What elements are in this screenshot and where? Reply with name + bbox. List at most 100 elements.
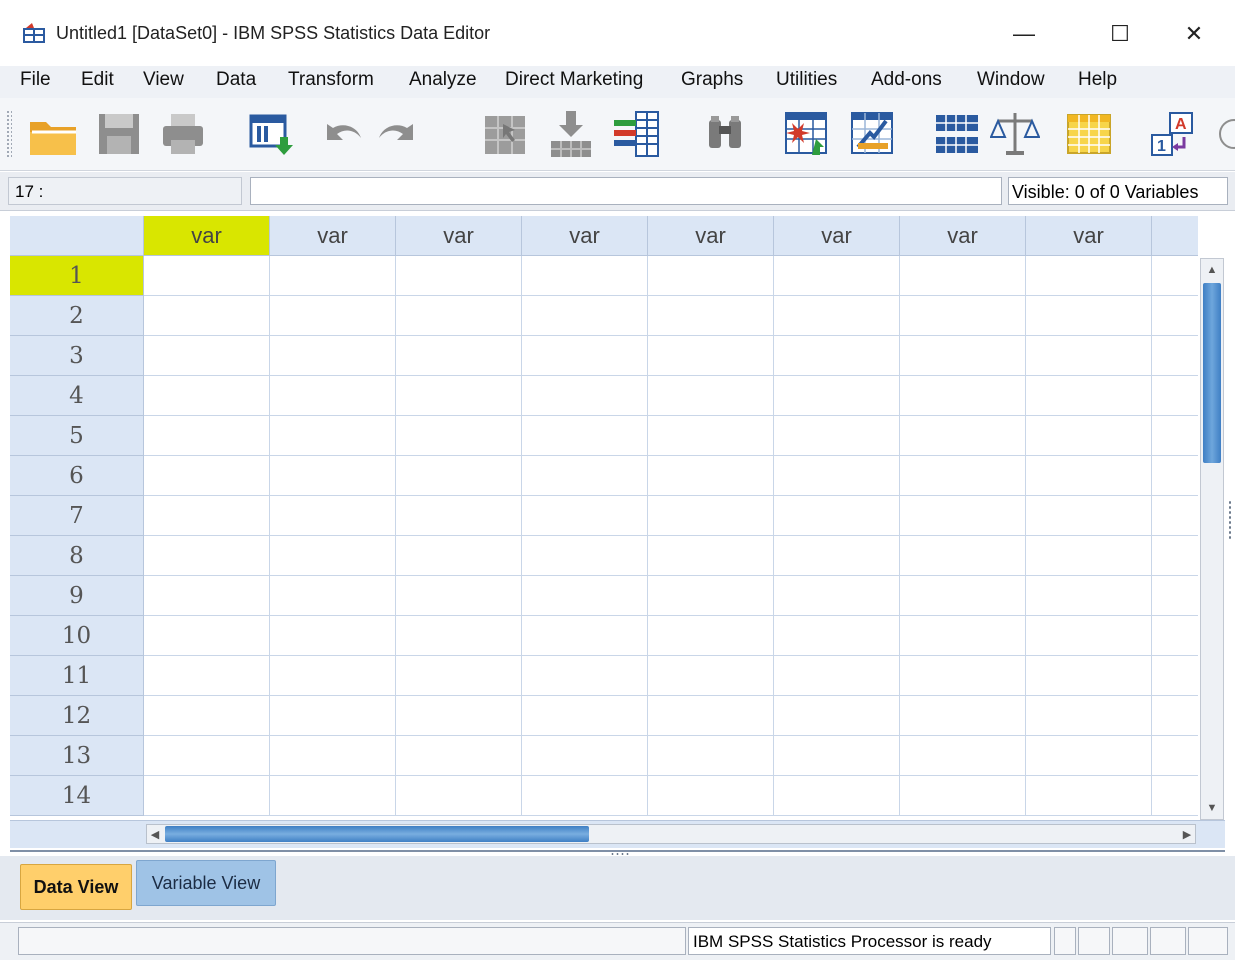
data-cell[interactable] xyxy=(774,336,900,376)
data-cell[interactable] xyxy=(774,616,900,656)
data-cell[interactable] xyxy=(1026,616,1152,656)
data-cell[interactable] xyxy=(774,376,900,416)
select-cases-icon[interactable] xyxy=(1062,106,1116,162)
menu-direct-marketing[interactable]: Direct Marketing xyxy=(505,69,643,91)
data-cell[interactable] xyxy=(648,296,774,336)
go-to-variable-icon[interactable] xyxy=(544,106,598,162)
menu-data[interactable]: Data xyxy=(216,69,256,91)
data-cell[interactable] xyxy=(144,576,270,616)
data-cell[interactable] xyxy=(900,656,1026,696)
close-button[interactable]: ✕ xyxy=(1170,14,1218,54)
data-cell[interactable] xyxy=(144,736,270,776)
data-cell[interactable] xyxy=(648,416,774,456)
data-cell[interactable] xyxy=(1152,696,1198,736)
data-cell[interactable] xyxy=(270,616,396,656)
go-to-case-icon[interactable] xyxy=(478,106,532,162)
data-cell[interactable] xyxy=(900,456,1026,496)
row-header-14[interactable]: 14 xyxy=(10,776,144,816)
data-cell[interactable] xyxy=(522,696,648,736)
column-header-5[interactable]: var xyxy=(648,216,774,256)
data-cell[interactable] xyxy=(1152,376,1198,416)
data-cell[interactable] xyxy=(900,736,1026,776)
data-cell[interactable] xyxy=(522,576,648,616)
data-cell[interactable] xyxy=(774,696,900,736)
data-cell[interactable] xyxy=(648,616,774,656)
data-cell[interactable] xyxy=(522,456,648,496)
find-icon[interactable] xyxy=(698,106,752,162)
data-cell[interactable] xyxy=(774,736,900,776)
data-cell[interactable] xyxy=(648,736,774,776)
grid-corner[interactable] xyxy=(10,216,144,256)
data-cell[interactable] xyxy=(396,616,522,656)
data-cell[interactable] xyxy=(774,656,900,696)
data-cell[interactable] xyxy=(1152,656,1198,696)
column-header-8[interactable]: var xyxy=(1026,216,1152,256)
data-cell[interactable] xyxy=(774,256,900,296)
column-header-6[interactable]: var xyxy=(774,216,900,256)
data-cell[interactable] xyxy=(1026,336,1152,376)
data-cell[interactable] xyxy=(1026,296,1152,336)
data-cell[interactable] xyxy=(270,736,396,776)
row-header-12[interactable]: 12 xyxy=(10,696,144,736)
data-cell[interactable] xyxy=(396,776,522,816)
scroll-down-icon[interactable]: ▼ xyxy=(1203,799,1221,817)
undo-icon[interactable] xyxy=(318,106,372,162)
vertical-scroll-thumb[interactable] xyxy=(1203,283,1221,463)
data-cell[interactable] xyxy=(270,656,396,696)
maximize-button[interactable]: ☐ xyxy=(1096,14,1144,54)
data-cell[interactable] xyxy=(270,416,396,456)
data-cell[interactable] xyxy=(144,256,270,296)
data-cell[interactable] xyxy=(1152,456,1198,496)
data-cell[interactable] xyxy=(900,376,1026,416)
data-cell[interactable] xyxy=(144,536,270,576)
weight-cases-icon[interactable] xyxy=(988,106,1042,162)
row-header-11[interactable]: 11 xyxy=(10,656,144,696)
tab-variable-view[interactable]: Variable View xyxy=(136,860,276,906)
vertical-scrollbar[interactable]: ▲ ▼ xyxy=(1200,258,1224,820)
data-cell[interactable] xyxy=(522,416,648,456)
data-cell[interactable] xyxy=(270,776,396,816)
data-cell[interactable] xyxy=(900,536,1026,576)
row-header-5[interactable]: 5 xyxy=(10,416,144,456)
horizontal-scrollbar[interactable]: ◀ ▶ xyxy=(146,824,1196,844)
data-cell[interactable] xyxy=(774,456,900,496)
value-labels-icon[interactable]: A1 xyxy=(1146,106,1200,162)
data-cell[interactable] xyxy=(396,376,522,416)
data-cell[interactable] xyxy=(522,736,648,776)
data-cell[interactable] xyxy=(1152,776,1198,816)
data-cell[interactable] xyxy=(1152,496,1198,536)
data-cell[interactable] xyxy=(144,656,270,696)
menu-analyze[interactable]: Analyze xyxy=(409,69,477,91)
horizontal-scroll-thumb[interactable] xyxy=(165,826,589,842)
data-cell[interactable] xyxy=(1026,456,1152,496)
data-cell[interactable] xyxy=(396,576,522,616)
scroll-left-icon[interactable]: ◀ xyxy=(147,825,163,843)
data-cell[interactable] xyxy=(774,296,900,336)
data-cell[interactable] xyxy=(1152,536,1198,576)
data-cell[interactable] xyxy=(144,696,270,736)
data-cell[interactable] xyxy=(144,376,270,416)
data-cell[interactable] xyxy=(522,296,648,336)
menu-window[interactable]: Window xyxy=(977,69,1045,91)
data-cell[interactable] xyxy=(1026,256,1152,296)
data-cell[interactable] xyxy=(900,696,1026,736)
data-cell[interactable] xyxy=(396,456,522,496)
data-cell[interactable] xyxy=(144,616,270,656)
data-cell[interactable] xyxy=(1152,416,1198,456)
print-icon[interactable] xyxy=(156,106,210,162)
data-cell[interactable] xyxy=(774,776,900,816)
data-cell[interactable] xyxy=(522,256,648,296)
data-cell[interactable] xyxy=(522,536,648,576)
redo-icon[interactable] xyxy=(368,106,422,162)
minimize-button[interactable]: — xyxy=(1000,14,1048,54)
data-cell[interactable] xyxy=(1026,736,1152,776)
data-cell[interactable] xyxy=(270,496,396,536)
insert-variable-icon[interactable] xyxy=(846,106,900,162)
column-header-7[interactable]: var xyxy=(900,216,1026,256)
data-cell[interactable] xyxy=(522,496,648,536)
row-header-6[interactable]: 6 xyxy=(10,456,144,496)
row-header-4[interactable]: 4 xyxy=(10,376,144,416)
dialog-recall-icon[interactable] xyxy=(244,106,298,162)
data-cell[interactable] xyxy=(270,296,396,336)
split-file-icon[interactable] xyxy=(930,106,984,162)
